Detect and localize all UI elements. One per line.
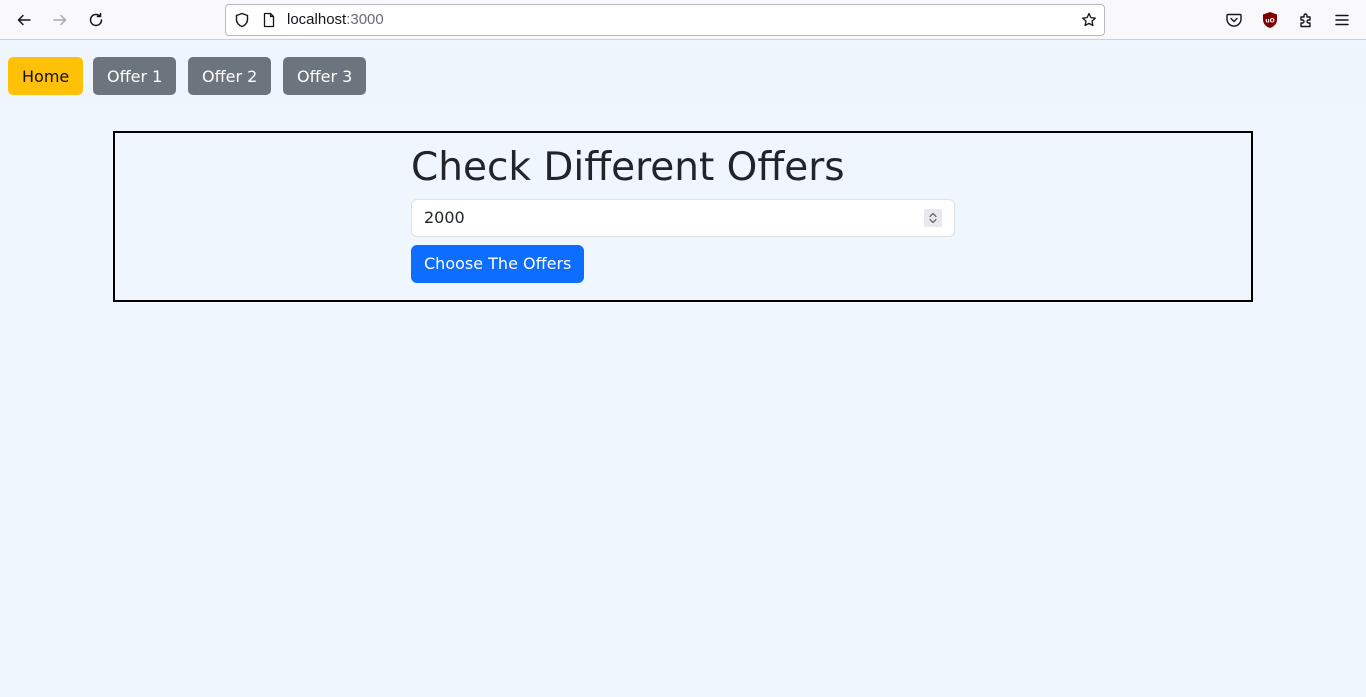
forward-arrow-icon[interactable]: [48, 8, 72, 32]
url-port: :3000: [346, 11, 384, 28]
nav-offer-2-button[interactable]: Offer 2: [188, 57, 272, 95]
url-text: localhost:3000: [287, 12, 384, 28]
page-info-icon[interactable]: [261, 12, 277, 28]
amount-value: 2000: [424, 208, 465, 227]
tracking-shield-icon[interactable]: [234, 12, 250, 28]
number-spinner-icon[interactable]: [924, 209, 942, 227]
nav-home-button[interactable]: Home: [8, 57, 84, 95]
ublock-origin-icon[interactable]: uO: [1261, 11, 1279, 29]
pocket-icon[interactable]: [1225, 11, 1243, 29]
reload-icon[interactable]: [84, 8, 108, 32]
browser-toolbar: localhost:3000 uO: [0, 0, 1366, 40]
svg-text:uO: uO: [1265, 18, 1274, 25]
page-navbar: Home Offer 1 Offer 2 Offer 3: [0, 50, 1366, 103]
amount-input[interactable]: 2000: [411, 199, 955, 237]
hamburger-menu-icon[interactable]: [1333, 11, 1351, 29]
address-bar[interactable]: localhost:3000: [225, 4, 1105, 36]
nav-offer-1-button[interactable]: Offer 1: [93, 57, 177, 95]
choose-offers-button[interactable]: Choose The Offers: [411, 245, 585, 283]
nav-offer-3-button[interactable]: Offer 3: [283, 57, 367, 95]
bookmark-star-icon[interactable]: [1081, 12, 1097, 28]
extensions-puzzle-icon[interactable]: [1297, 11, 1315, 29]
page-title: Check Different Offers: [411, 145, 845, 190]
url-host: localhost: [287, 11, 347, 28]
back-arrow-icon[interactable]: [12, 8, 36, 32]
